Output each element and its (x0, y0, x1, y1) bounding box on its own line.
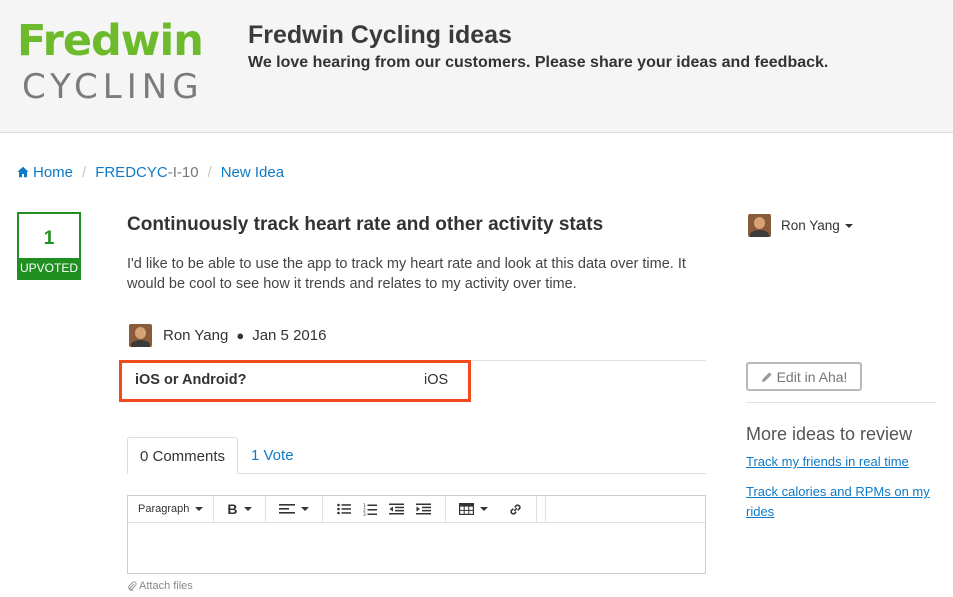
comment-editor: Paragraph B 123 (127, 495, 706, 574)
user-name: Ron Yang (781, 218, 840, 233)
comment-textarea[interactable] (128, 523, 705, 574)
paragraph-format-dropdown[interactable]: Paragraph (128, 495, 215, 523)
numbered-list-icon[interactable]: 123 (363, 503, 377, 516)
list-tools: 123 (323, 495, 446, 523)
link-icon[interactable] (508, 502, 523, 517)
edit-in-aha-label: Edit in Aha! (776, 368, 848, 385)
related-idea-link[interactable]: Track my friends in real time (746, 452, 931, 472)
user-avatar (748, 214, 771, 237)
breadcrumb-home-label: Home (33, 164, 74, 181)
breadcrumb-home[interactable]: Home (17, 164, 73, 181)
paragraph-format-label: Paragraph (138, 503, 190, 515)
pencil-icon (761, 371, 772, 382)
meta-separator-dot: ● (236, 327, 245, 343)
site-title: Fredwin Cycling ideas (248, 21, 512, 49)
breadcrumb-idea[interactable]: FREDCYC-I-10 (95, 164, 198, 181)
divider (746, 402, 936, 403)
author-avatar (129, 323, 152, 347)
tab-comments[interactable]: 0 Comments (127, 437, 239, 474)
custom-field-row: iOS or Android? iOS (119, 360, 471, 402)
breadcrumb-idea-prefix: FREDCYC (95, 164, 168, 181)
user-menu[interactable]: Ron Yang (748, 214, 853, 237)
breadcrumb-idea-suffix: -I-10 (167, 164, 199, 181)
align-dropdown[interactable] (266, 495, 323, 523)
toolbar-spacer (537, 495, 546, 523)
idea-title: Continuously track heart rate and other … (127, 214, 604, 235)
idea-meta: Ron Yang ● Jan 5 2016 (129, 323, 326, 347)
author-name: Ron Yang (163, 326, 229, 344)
idea-description: I'd like to be able to use the app to tr… (127, 256, 686, 292)
tab-votes[interactable]: 1 Vote (239, 437, 306, 474)
chevron-down-icon (195, 507, 204, 511)
vote-status-label: UPVOTED (19, 258, 79, 278)
chevron-down-icon (243, 507, 252, 511)
breadcrumb-current[interactable]: New Idea (221, 164, 284, 181)
bullet-list-icon[interactable] (336, 503, 351, 515)
logo-subtext[interactable]: CYCLING (22, 70, 204, 104)
editor-toolbar: Paragraph B 123 (128, 495, 705, 523)
more-ideas-heading: More ideas to review (746, 424, 913, 444)
breadcrumb-separator: / (207, 164, 212, 181)
chevron-down-icon (844, 223, 853, 228)
home-icon (17, 166, 29, 178)
edit-in-aha-button[interactable]: Edit in Aha! (746, 362, 862, 391)
logo-wordmark[interactable]: Fredwin (17, 20, 204, 63)
bold-label: B (227, 501, 238, 517)
table-dropdown[interactable] (446, 495, 537, 523)
breadcrumb-separator: / (82, 164, 87, 181)
site-header: Fredwin CYCLING Fredwin Cycling ideas We… (0, 0, 953, 133)
idea-date: Jan 5 2016 (252, 326, 327, 344)
breadcrumb: Home / FREDCYC-I-10 / New Idea (17, 164, 284, 181)
custom-field-value: iOS (424, 372, 449, 388)
chevron-down-icon (300, 507, 309, 511)
outdent-icon[interactable] (388, 503, 404, 515)
attach-files-label: Attach files (139, 580, 193, 592)
vote-count: 1 (43, 228, 55, 249)
table-icon (458, 503, 474, 515)
attach-files-link[interactable]: Attach files (127, 580, 193, 592)
paperclip-icon (128, 581, 137, 591)
comment-tabs: 0 Comments 1 Vote (127, 437, 706, 474)
site-tagline: We love hearing from our customers. Plea… (248, 54, 829, 71)
svg-text:3: 3 (363, 512, 366, 516)
custom-field-label: iOS or Android? (135, 372, 247, 388)
related-idea-link[interactable]: Track calories and RPMs on my rides (746, 482, 931, 522)
chevron-down-icon (479, 507, 488, 511)
bold-button[interactable]: B (214, 495, 266, 523)
indent-icon[interactable] (415, 503, 431, 515)
vote-button[interactable]: 1 UPVOTED (17, 212, 81, 280)
align-left-icon (278, 504, 295, 514)
